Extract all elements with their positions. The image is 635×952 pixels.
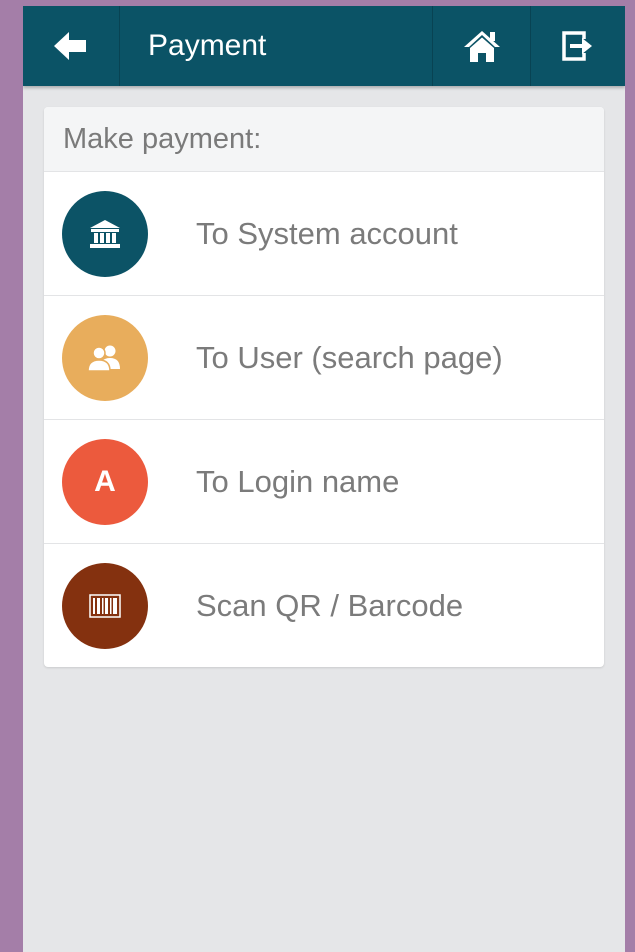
page-title: Payment: [148, 29, 267, 62]
option-label: To User (search page): [196, 339, 503, 375]
option-system-account[interactable]: To System account: [44, 172, 604, 296]
arrow-left-icon: [54, 32, 86, 60]
letter-a-icon: A: [94, 464, 116, 498]
home-button[interactable]: [432, 6, 530, 86]
barcode-icon: [89, 593, 121, 618]
top-bar: Payment: [23, 6, 625, 86]
logout-button[interactable]: [530, 6, 625, 86]
users-icon: [87, 345, 120, 372]
payment-options-card: Make payment: To System account To User …: [44, 107, 604, 667]
option-scan-qr-barcode[interactable]: Scan QR / Barcode: [44, 544, 604, 667]
app-screen: Payment Make payment: To System account …: [23, 6, 625, 952]
option-label: Scan QR / Barcode: [196, 587, 464, 623]
bank-icon: [90, 219, 120, 248]
back-button[interactable]: [23, 6, 120, 86]
option-icon-badge: [62, 314, 148, 401]
option-icon-badge: [62, 562, 148, 649]
card-heading: Make payment:: [44, 107, 604, 172]
option-login-name[interactable]: A To Login name: [44, 420, 604, 544]
option-icon-badge: A: [62, 438, 148, 525]
option-label: To Login name: [196, 463, 400, 499]
logout-icon: [562, 31, 592, 61]
option-user-search[interactable]: To User (search page): [44, 296, 604, 420]
home-icon: [463, 31, 500, 62]
option-icon-badge: [62, 190, 148, 277]
option-label: To System account: [196, 215, 458, 251]
